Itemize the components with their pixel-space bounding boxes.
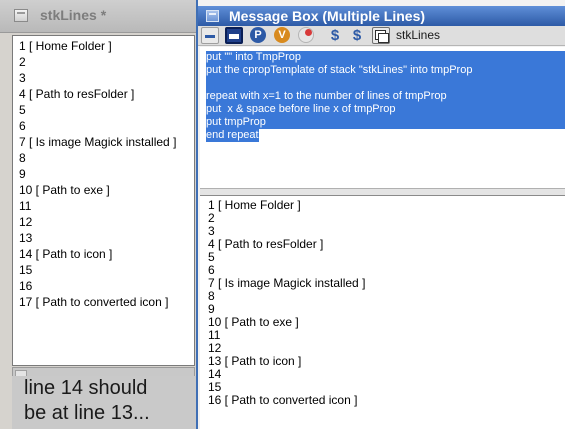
field-line: 15: [19, 263, 33, 277]
field-line: 5: [19, 103, 26, 117]
field-line: 14 [ Path to icon ]: [19, 247, 113, 261]
field-line: 11: [19, 199, 32, 213]
result-line: 13 [ Path to icon ]: [208, 354, 302, 368]
message-box-title: Message Box (Multiple Lines): [229, 8, 426, 24]
pending-messages-icon[interactable]: [298, 27, 314, 43]
result-line: 8: [208, 289, 215, 303]
lines-field[interactable]: 1 [ Home Folder ] 2 3 4 [ Path to resFolder…: [12, 35, 195, 366]
results-text: 1 [ Home Folder ] 2 3 4 [ Path to resFolder…: [208, 199, 365, 407]
script-line: [206, 77, 565, 90]
target-stack-label[interactable]: stkLines: [396, 27, 440, 44]
pane-splitter[interactable]: [200, 188, 565, 196]
field-line: 8: [19, 151, 26, 165]
result-line: 14: [208, 367, 222, 381]
script-line: end repeat: [206, 129, 259, 142]
script-line: put the cpropTemplate of stack "stkLines…: [206, 64, 565, 77]
field-line: 17 [ Path to converted icon ]: [19, 295, 169, 309]
front-scripts-icon[interactable]: $: [326, 27, 344, 44]
result-line: 5: [208, 250, 215, 264]
field-line: 10 [ Path to exe ]: [19, 183, 110, 197]
stack-window-title: stkLines *: [40, 7, 107, 23]
result-line: 2: [208, 211, 215, 225]
field-line: 9: [19, 167, 26, 181]
field-line: 4 [ Path to resFolder ]: [19, 87, 135, 101]
annotation-line-2: be at line 13...: [24, 402, 150, 424]
stacks-in-use-icon[interactable]: [372, 27, 390, 44]
field-line: 2: [19, 55, 26, 69]
global-properties-icon[interactable]: P: [250, 27, 266, 43]
result-line: 7 [ Is image Magick installed ]: [208, 276, 366, 290]
field-line: 7 [ Is image Magick installed ]: [19, 135, 177, 149]
field-line: 12: [19, 215, 33, 229]
multi-line-icon[interactable]: [225, 27, 243, 44]
single-line-icon[interactable]: [201, 27, 219, 44]
back-scripts-icon[interactable]: $: [348, 27, 366, 44]
lines-field-content: 1 [ Home Folder ] 2 3 4 [ Path to resFolder…: [19, 38, 176, 310]
message-box-toolbar: P V $ $ stkLines: [198, 26, 565, 46]
script-text: put "" into TmpProp put the cpropTemplate…: [206, 51, 565, 142]
script-line: put "" into TmpProp: [206, 51, 565, 64]
field-line: 16: [19, 279, 33, 293]
global-variables-icon[interactable]: V: [274, 27, 290, 43]
field-line: 13: [19, 231, 33, 245]
script-editor-field[interactable]: put "" into TmpProp put the cpropTemplate…: [200, 47, 565, 188]
result-line: 16 [ Path to converted icon ]: [208, 393, 358, 407]
script-line: put x & space before line x of tmpProp: [206, 103, 565, 116]
field-line: 6: [19, 119, 26, 133]
results-field[interactable]: 1 [ Home Folder ] 2 3 4 [ Path to resFolder…: [200, 196, 565, 429]
window-menu-icon[interactable]: [206, 10, 219, 22]
field-line: 3: [19, 71, 26, 85]
script-line: put tmpProp: [206, 116, 565, 129]
window-menu-icon[interactable]: [14, 9, 28, 22]
result-line: 11: [208, 328, 221, 342]
result-line: 4 [ Path to resFolder ]: [208, 237, 324, 251]
annotation-note: line 14 should be at line 13...: [12, 376, 196, 429]
annotation-line-1: line 14 should: [24, 377, 148, 399]
script-line: repeat with x=1 to the number of lines o…: [206, 90, 565, 103]
result-line: 1 [ Home Folder ]: [208, 198, 301, 212]
result-line: 10 [ Path to exe ]: [208, 315, 299, 329]
field-line: 1 [ Home Folder ]: [19, 39, 112, 53]
